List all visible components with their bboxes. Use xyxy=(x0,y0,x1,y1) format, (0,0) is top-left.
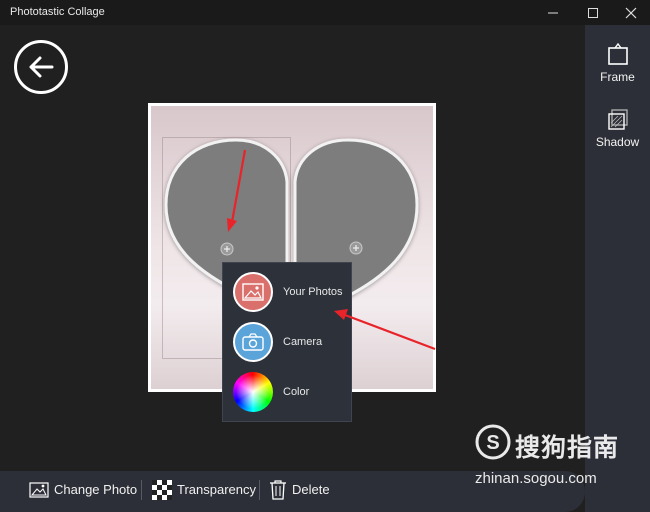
toolbar-divider xyxy=(259,480,260,500)
watermark-text: 搜狗指南 xyxy=(515,434,620,462)
image-icon xyxy=(233,272,273,312)
delete-label: Delete xyxy=(292,482,330,497)
toolbar-divider xyxy=(141,480,142,500)
delete-button[interactable]: Delete xyxy=(269,471,330,508)
add-photo-icon[interactable] xyxy=(220,242,234,256)
menu-item-label: Your Photos xyxy=(283,286,343,298)
change-photo-label: Change Photo xyxy=(54,482,138,497)
add-photo-menu: Your Photos Camera Color xyxy=(222,262,352,422)
color-wheel-icon xyxy=(233,372,273,412)
camera-icon xyxy=(233,322,273,362)
menu-item-color[interactable]: Color xyxy=(233,371,351,413)
change-photo-button[interactable]: Change Photo xyxy=(29,471,137,508)
shadow-icon xyxy=(607,109,628,130)
trash-icon xyxy=(270,479,286,500)
shadow-label: Shadow xyxy=(595,135,640,149)
transparency-button[interactable]: Transparency xyxy=(152,471,256,508)
transparency-label: Transparency xyxy=(177,482,256,497)
svg-text:S: S xyxy=(486,432,499,454)
checkerboard-icon xyxy=(152,479,172,500)
watermark-url: zhinan.sogou.com xyxy=(475,470,597,487)
watermark: S 搜狗指南 zhinan.sogou.com xyxy=(475,424,635,494)
frame-icon xyxy=(607,43,628,65)
menu-item-label: Color xyxy=(283,386,310,398)
shadow-button[interactable]: Shadow xyxy=(585,108,650,149)
menu-item-your-photos[interactable]: Your Photos xyxy=(233,271,351,313)
frame-button[interactable]: Frame xyxy=(585,43,650,84)
image-icon xyxy=(29,481,49,498)
menu-item-camera[interactable]: Camera xyxy=(233,321,351,363)
frame-label: Frame xyxy=(600,70,635,84)
menu-item-label: Camera xyxy=(283,336,323,348)
add-photo-icon[interactable] xyxy=(349,241,363,255)
sogou-logo-icon: S xyxy=(475,424,511,460)
